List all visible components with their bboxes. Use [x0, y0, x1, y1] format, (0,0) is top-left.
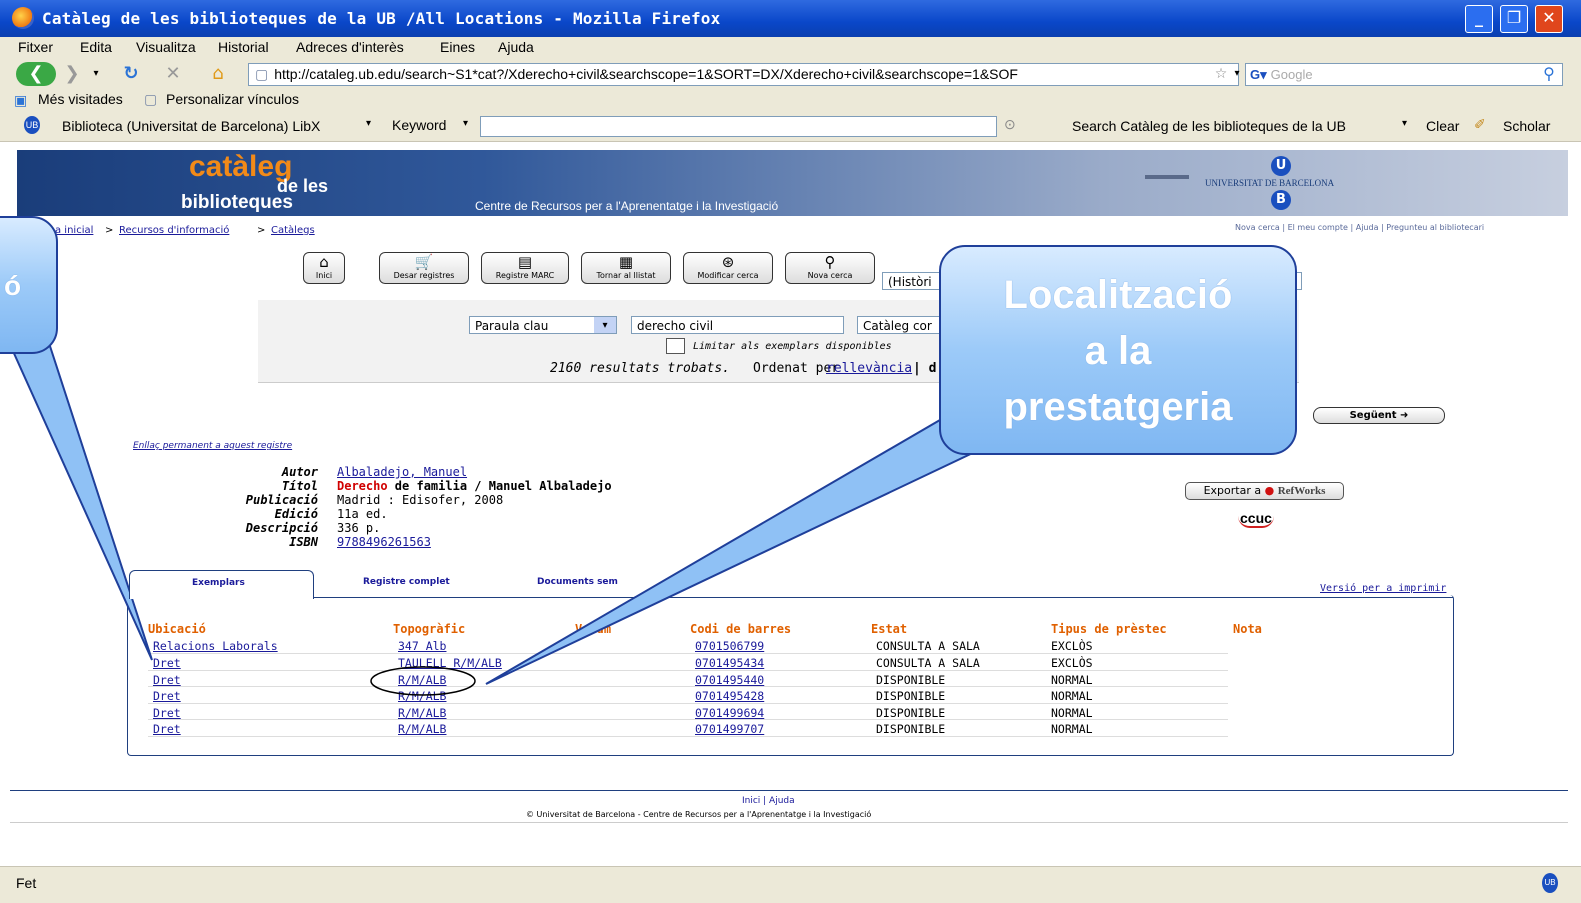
- right-callout-pointer: [485, 418, 1003, 685]
- tab-exemplars-label: Exemplars: [192, 578, 245, 588]
- left-callout-pointer: [6, 339, 153, 661]
- callout-line-2: a la: [1084, 329, 1152, 373]
- shelf-location-callout: Localització a la prestatgeria: [939, 245, 1297, 455]
- status-bar: Fet UB: [0, 866, 1581, 903]
- callout-line-3: prestatgeria: [1003, 385, 1233, 429]
- callout-pointers: [6, 339, 1003, 696]
- left-callout-text: ó: [4, 270, 22, 301]
- tab-exemplars[interactable]: Exemplars: [129, 570, 314, 599]
- status-text: Fet: [16, 875, 37, 891]
- left-callout: ó: [0, 216, 58, 354]
- callout-line-1: Localització: [1003, 273, 1233, 317]
- ub-logo-icon: UB: [1542, 873, 1558, 893]
- call-number-highlight: [370, 666, 476, 696]
